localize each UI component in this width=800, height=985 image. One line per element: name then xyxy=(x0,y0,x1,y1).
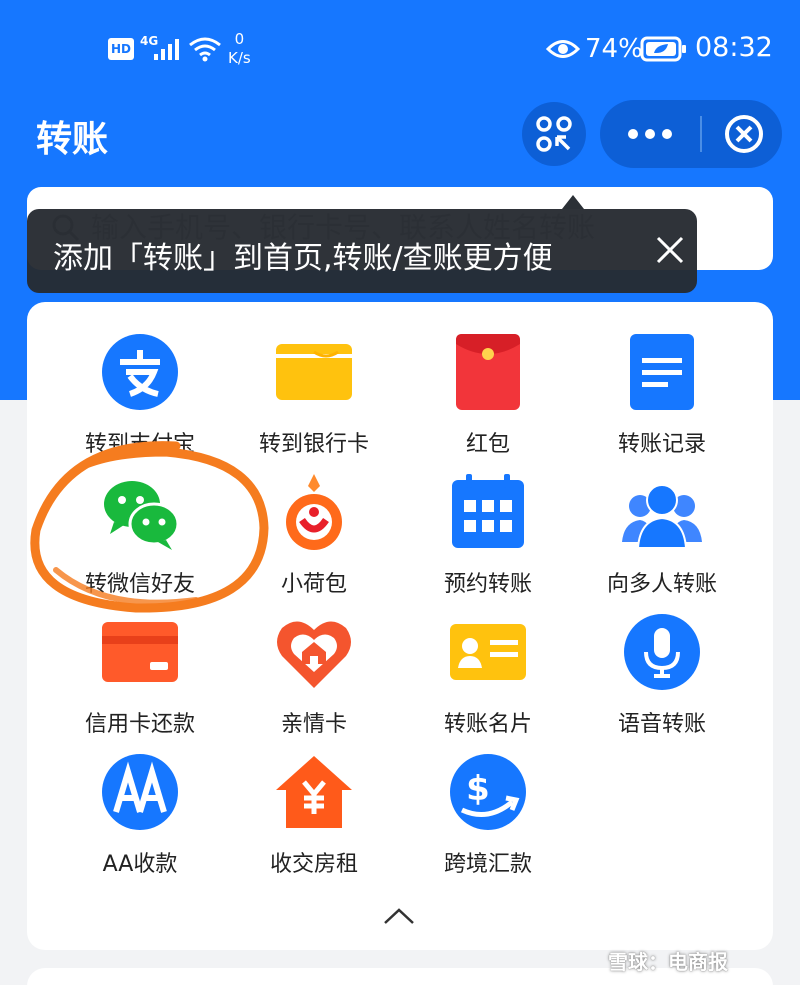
service-voice-transfer[interactable]: 语音转账 xyxy=(575,582,749,737)
close-miniapp-button[interactable] xyxy=(706,100,782,168)
red-envelope-icon xyxy=(456,334,520,410)
service-small-purse[interactable]: 小荷包 xyxy=(227,442,401,597)
watermark: 雪球：电商报 xyxy=(608,950,728,974)
capsule-divider xyxy=(700,116,702,152)
service-transfer-to-multiple[interactable]: 向多人转账 xyxy=(575,442,749,597)
wechat-icon xyxy=(104,481,180,550)
battery-percent: 74% xyxy=(585,34,643,64)
calendar-icon xyxy=(452,474,524,548)
credit-card-icon xyxy=(102,622,178,682)
business-card-icon xyxy=(450,624,526,680)
clock: 08:32 xyxy=(695,32,773,63)
microphone-icon xyxy=(624,614,700,690)
signal-icon xyxy=(154,39,179,60)
status-bar: HD 4G 0 K/s 74% 08:32 xyxy=(0,0,800,84)
page-title: 转账 xyxy=(36,119,109,160)
svg-text:$: $ xyxy=(466,769,490,809)
service-label: 收交房租 xyxy=(269,852,358,877)
cross-border-icon: $ xyxy=(450,754,526,830)
bank-card-icon xyxy=(276,344,352,400)
service-scheduled-transfer[interactable]: 预约转账 xyxy=(401,442,575,597)
tooltip-close-icon[interactable] xyxy=(655,235,685,265)
tooltip-arrow xyxy=(562,195,584,209)
tooltip-text: 添加「转账」到首页,转账/查账更方便 xyxy=(53,241,553,276)
add-to-home-tooltip: 添加「转账」到首页,转账/查账更方便 xyxy=(27,209,697,293)
hd-badge: HD xyxy=(108,38,134,60)
close-circle-icon xyxy=(725,115,763,153)
eye-comfort-icon xyxy=(546,40,580,58)
service-red-envelope[interactable]: 红包 xyxy=(401,302,575,457)
service-aa-collection[interactable]: AA收款 xyxy=(53,722,227,877)
more-dots-icon xyxy=(628,129,672,139)
speed-unit: K/s xyxy=(228,49,251,67)
service-cross-border-remittance[interactable]: $ 跨境汇款 xyxy=(401,722,575,877)
mini-app-button[interactable] xyxy=(522,102,586,166)
rent-house-icon xyxy=(276,756,352,828)
group-icon xyxy=(622,484,702,549)
capsule-menu xyxy=(600,100,782,168)
service-label: 语音转账 xyxy=(617,712,706,737)
service-transfer-to-alipay[interactable]: 转到支付宝 xyxy=(53,302,227,457)
record-icon xyxy=(630,334,694,410)
service-transfer-to-wechat-friend[interactable]: 转微信好友 xyxy=(53,442,227,597)
mini-app-icon xyxy=(536,116,572,152)
aa-icon xyxy=(102,754,178,830)
speed-value: 0 xyxy=(234,30,245,48)
more-button[interactable] xyxy=(600,100,700,168)
service-label: 跨境汇款 xyxy=(443,852,532,877)
alipay-icon xyxy=(102,334,178,410)
service-rent-payment[interactable]: 收交房租 xyxy=(227,722,401,877)
service-transfer-records[interactable]: 转账记录 xyxy=(575,302,749,457)
battery-icon xyxy=(640,36,686,62)
collapse-chevron-up-icon[interactable] xyxy=(382,906,416,926)
app-header: 转账 xyxy=(0,84,800,184)
service-label: AA收款 xyxy=(102,852,178,877)
family-card-icon xyxy=(277,621,351,688)
purse-icon xyxy=(286,474,342,550)
service-transfer-to-bank-card[interactable]: 转到银行卡 xyxy=(227,302,401,457)
services-card: 转到支付宝 转到银行卡 红包 转账记录 转微信好友 小荷包 预约转账 向多人转账… xyxy=(27,302,773,950)
service-credit-card-repayment[interactable]: 信用卡还款 xyxy=(53,582,227,737)
service-transfer-business-card[interactable]: 转账名片 xyxy=(401,582,575,737)
wifi-icon xyxy=(189,37,221,62)
network-speed: 0 K/s xyxy=(228,30,251,68)
service-family-card[interactable]: 亲情卡 xyxy=(227,582,401,737)
